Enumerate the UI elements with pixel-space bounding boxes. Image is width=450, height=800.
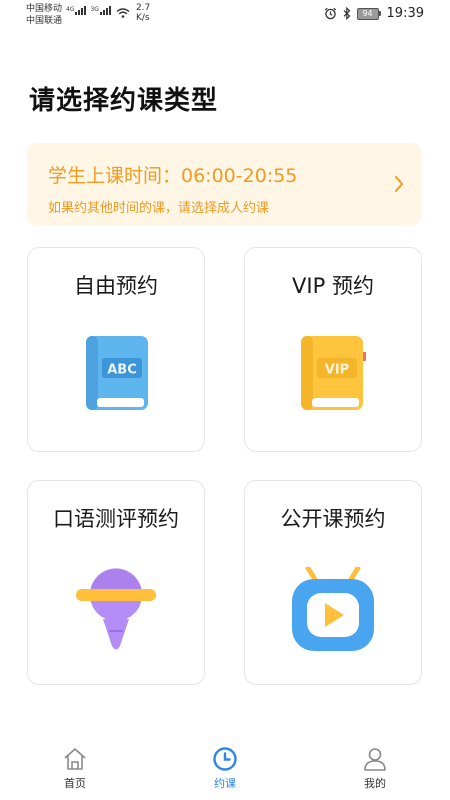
status-bar-right: 94 19:39 bbox=[324, 6, 424, 21]
status-bar: 中国移动 中国联通 4G 3G 2.7 K/s 94 19:39 bbox=[0, 0, 450, 34]
card-label: 公开课预约 bbox=[280, 507, 386, 531]
tab-label: 我的 bbox=[364, 777, 386, 790]
chevron-right-icon bbox=[395, 176, 403, 192]
network-type-1: 4G bbox=[66, 6, 75, 13]
speaking-assessment-card[interactable]: 口语测评预约 bbox=[27, 480, 205, 685]
battery-icon: 94 bbox=[356, 7, 381, 20]
speed-value: 2.7 bbox=[135, 3, 151, 13]
vip-book-icon: VIP bbox=[301, 336, 366, 410]
class-time-notice[interactable]: 学生上课时间：06:00-20:55 如果约其他时间的课，请选择成人约课 bbox=[27, 143, 422, 225]
alarm-icon bbox=[324, 7, 336, 20]
svg-text:VIP: VIP bbox=[325, 363, 349, 378]
vip-booking-card[interactable]: VIP 预约 VIP bbox=[244, 247, 422, 452]
speed-unit: K/s bbox=[135, 13, 150, 23]
wifi-icon bbox=[116, 8, 130, 18]
notice-sub-text: 如果约其他时间的课，请选择成人约课 bbox=[48, 201, 270, 216]
signal-1-icon: 4G bbox=[66, 6, 87, 15]
clock-icon bbox=[213, 747, 237, 771]
card-label: 口语测评预约 bbox=[53, 507, 179, 531]
tab-home[interactable]: 首页 bbox=[35, 740, 115, 791]
battery-level: 94 bbox=[356, 7, 379, 20]
tab-mine[interactable]: 我的 bbox=[335, 740, 415, 791]
carrier-names: 中国移动 中国联通 bbox=[26, 3, 62, 27]
home-icon bbox=[64, 748, 86, 770]
person-icon bbox=[364, 748, 386, 771]
status-time: 19:39 bbox=[386, 6, 424, 21]
bluetooth-icon bbox=[343, 7, 350, 20]
svg-text:ABC: ABC bbox=[107, 363, 137, 378]
tv-play-icon bbox=[292, 567, 374, 651]
free-booking-card[interactable]: 自由预约 ABC bbox=[27, 247, 205, 452]
status-bar-left: 中国移动 中国联通 4G 3G 2.7 K/s bbox=[26, 3, 150, 27]
page-title: 请选择约课类型 bbox=[29, 86, 219, 116]
bottom-tab-bar: 首页 约课 我的 bbox=[0, 740, 450, 800]
tab-label: 约课 bbox=[214, 777, 236, 790]
carrier-2: 中国联通 bbox=[26, 16, 63, 26]
network-type-2: 3G bbox=[90, 6, 99, 13]
planet-microphone-icon bbox=[76, 568, 156, 650]
abc-book-icon: ABC bbox=[86, 336, 148, 410]
public-class-card[interactable]: 公开课预约 bbox=[244, 480, 422, 685]
tab-label: 首页 bbox=[64, 777, 86, 790]
signal-2-icon: 3G bbox=[90, 6, 111, 15]
notice-main-text: 学生上课时间：06:00-20:55 bbox=[48, 165, 298, 187]
tab-booking[interactable]: 约课 bbox=[185, 740, 265, 791]
carrier-1: 中国移动 bbox=[26, 4, 63, 14]
card-label: 自由预约 bbox=[74, 274, 158, 298]
network-speed: 2.7 K/s bbox=[136, 3, 150, 23]
card-label: VIP 预约 bbox=[292, 274, 374, 298]
